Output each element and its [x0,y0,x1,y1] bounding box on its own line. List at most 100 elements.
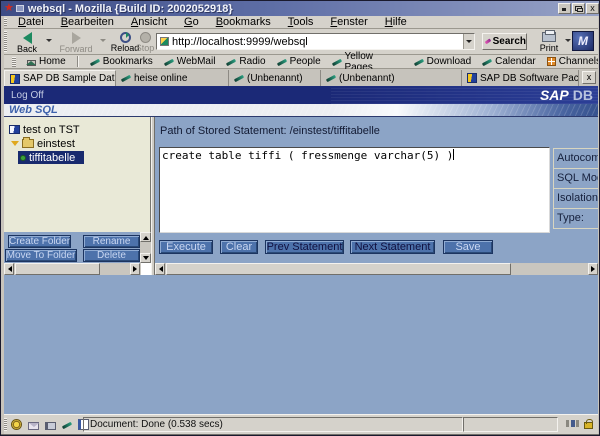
forward-button[interactable]: Forward [55,30,97,54]
scroll-right-button[interactable] [130,263,140,275]
scroll-left-button[interactable] [155,263,165,275]
close-button[interactable]: x [586,3,599,14]
tree-root-label: test on TST [23,124,80,136]
browser-window: ★ websql - Mozilla {Build ID: 2002052918… [0,0,600,436]
scroll-up-button[interactable] [140,232,151,242]
download-label: Download [427,56,471,67]
tab-sap-db-software-packages[interactable]: SAP DB Software Packages [462,70,579,86]
left-horizontal-scrollbar[interactable] [4,263,151,275]
tab-heise-online[interactable]: heise online [116,70,229,86]
prev-statement-button[interactable]: Prev Statement [265,240,344,254]
mail-icon[interactable] [28,422,39,430]
next-statement-button[interactable]: Next Statement [350,240,435,254]
log-off-link[interactable]: Log Off [11,90,44,101]
restore-button[interactable] [572,3,585,14]
security-lock-icon[interactable] [584,422,593,429]
composer-icon[interactable] [62,420,72,430]
back-button[interactable]: Back [11,30,43,54]
calendar-button[interactable]: Calendar [482,56,536,67]
online-status-icon[interactable] [566,420,579,427]
mozilla-throbber-icon[interactable]: M [572,31,594,51]
toolbar-separator [77,56,79,67]
window-left-border [1,16,4,434]
scroll-up-icon [143,233,149,240]
bookmarks-label: Bookmarks [103,56,153,67]
stored-statement-path: Path of Stored Statement: /einstest/tiff… [160,125,380,137]
tab-unbenannt-1[interactable]: (Unbenannt) [229,70,321,86]
print-dropdown-icon[interactable] [565,39,571,45]
delete-button[interactable]: Delete [83,249,140,262]
menu-ansicht[interactable]: Ansicht [131,16,167,28]
scroll-right-button[interactable] [588,263,598,275]
personal-toolbar-grippy[interactable] [12,57,16,67]
messenger-icon[interactable] [45,422,56,430]
forward-dropdown-icon[interactable] [100,39,106,45]
people-button[interactable]: People [277,56,321,67]
menu-hilfe[interactable]: Hilfe [385,16,407,28]
home-button[interactable]: Home [27,56,66,67]
menu-bar: Datei Bearbeiten Ansicht Go Bookmarks To… [1,16,600,29]
bookmarks-icon [90,57,100,67]
statement-editor-frame: Path of Stored Statement: /einstest/tiff… [155,117,598,263]
webmail-icon [164,57,174,67]
page-tab-icon [121,73,131,83]
menu-datei[interactable]: Datei [18,16,44,28]
back-dropdown-icon[interactable] [46,39,52,45]
clear-button[interactable]: Clear [220,240,258,254]
people-icon [277,57,287,67]
menu-tools[interactable]: Tools [288,16,314,28]
navigation-toolbar: Back Forward Reload Stop Search Print [1,29,600,55]
radio-button[interactable]: Radio [226,56,265,67]
statement-bullet-icon [20,155,26,161]
bookmarks-button[interactable]: Bookmarks [90,56,153,67]
scroll-down-icon [143,256,149,263]
menu-bookmarks[interactable]: Bookmarks [216,16,271,28]
tab-sap-db-sample-database[interactable]: SAP DB Sample Database (... [4,70,116,86]
execute-button[interactable]: Execute [159,240,213,254]
url-input[interactable] [172,35,463,48]
people-label: People [290,56,321,67]
empty-frame [4,275,598,414]
close-tab-button[interactable]: x [582,71,596,84]
rename-button[interactable]: Rename [83,235,140,248]
menu-bearbeiten[interactable]: Bearbeiten [61,16,114,28]
scrollbar-thumb[interactable] [166,263,511,275]
move-to-folder-button[interactable]: Move To Folder [5,249,77,262]
download-button[interactable]: Download [414,56,471,67]
minimize-button[interactable] [558,3,571,14]
radio-icon [226,57,236,67]
menu-fenster[interactable]: Fenster [330,16,367,28]
save-button[interactable]: Save [443,240,493,254]
scrollbar-thumb[interactable] [15,263,100,275]
create-folder-button[interactable]: Create Folder [8,235,71,248]
navigator-icon[interactable] [11,419,22,430]
tab-label: heise online [134,73,187,84]
print-button[interactable]: Print [535,30,563,54]
scroll-left-icon [156,266,163,272]
status-message-panel: Document: Done (0.538 secs) [83,417,463,432]
scroll-left-button[interactable] [4,263,14,275]
title-bar[interactable]: ★ websql - Mozilla {Build ID: 2002052918… [1,1,600,16]
left-vertical-scrollbar[interactable] [140,232,151,263]
page-bookmark-icon[interactable] [160,37,169,46]
menu-go[interactable]: Go [184,16,199,28]
scroll-down-button[interactable] [140,253,151,263]
right-horizontal-scrollbar[interactable] [155,263,598,275]
url-dropdown-button[interactable] [463,34,474,49]
expanded-twisty-icon[interactable] [11,141,19,150]
webmail-label: WebMail [177,56,216,67]
minimize-icon [562,8,566,11]
url-dropdown-icon [466,40,472,46]
tree-root-node[interactable]: test on TST [9,123,80,136]
webmail-button[interactable]: WebMail [164,56,216,67]
channels-button[interactable]: Channels [547,56,600,67]
window-menu-icon[interactable] [16,5,24,12]
tree-selected-node[interactable]: tiffitabelle [18,151,84,164]
tree-folder-node[interactable]: einstest [11,137,75,150]
sql-textarea[interactable]: create table tiffi ( fressmenge varchar(… [159,147,550,233]
tab-unbenannt-2[interactable]: (Unbenannt) [321,70,462,86]
db-logo-text: DB [573,87,593,103]
search-button[interactable]: Search [482,33,527,50]
stop-button[interactable]: Stop [133,30,157,54]
tab-bar: SAP DB Sample Database (... heise online… [1,69,600,86]
